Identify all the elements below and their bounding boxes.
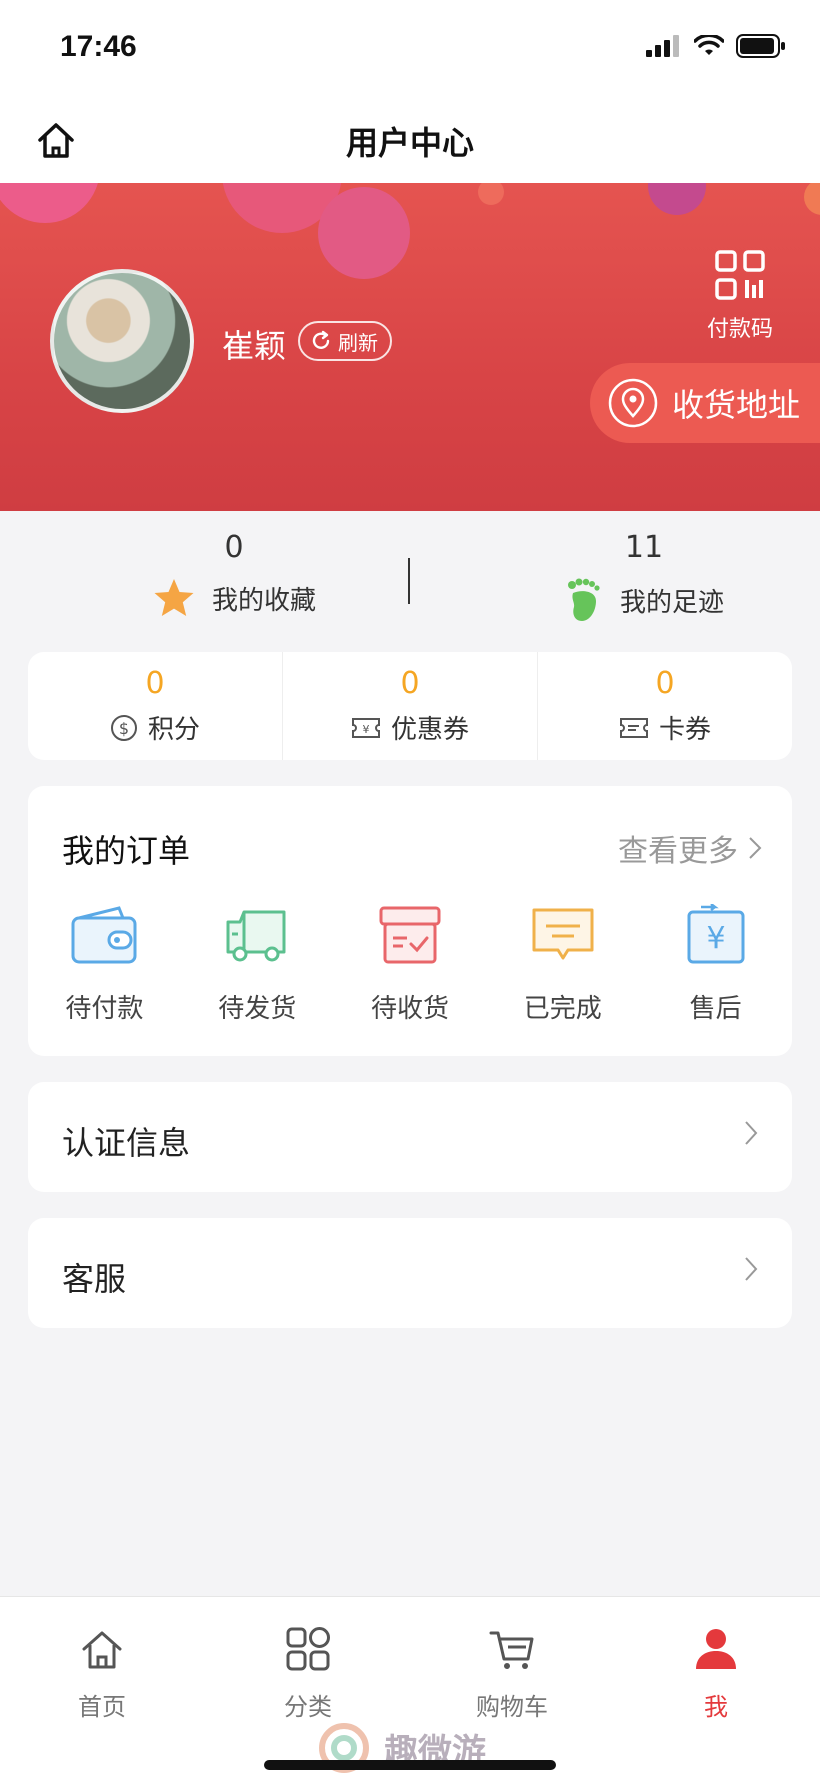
points-count: 0 [145,666,165,701]
status-bar: 17:46 [0,0,820,100]
profile-banner: 崔颖 刷新 付款码 收货地址 [0,183,820,511]
points-item[interactable]: 0 $ 积分 [28,652,283,760]
page-title: 用户中心 [345,124,474,162]
box-icon [379,906,441,964]
tab-me[interactable]: 我 [656,1625,776,1722]
refresh-button[interactable]: 刷新 [298,321,392,361]
home-indicator [264,1760,556,1770]
order-pending-shipment-label: 待发货 [218,994,297,1024]
user-icon [696,1629,736,1669]
refresh-icon [312,330,330,349]
orders-card: 我的订单 查看更多 待付款 待发货 待收货 已完成 ¥ 售后 [28,786,792,1056]
order-after-sales[interactable]: ¥ 售后 [639,903,792,1025]
card-voucher-label: 卡券 [658,715,711,745]
star-icon [154,579,194,616]
category-icon [286,1627,330,1671]
card-voucher-item[interactable]: 0 卡券 [538,652,792,760]
customer-service-row[interactable]: 客服 [28,1218,792,1328]
footprint-stat[interactable]: 11 我的足迹 [514,530,774,623]
orders-more-link[interactable]: 查看更多 [618,826,762,870]
decor-bubble [0,183,100,223]
address-label: 收货地址 [672,386,801,424]
svg-text:¥: ¥ [362,723,369,736]
orders-more-label: 查看更多 [618,834,738,869]
ticket-icon [619,717,648,738]
decor-bubble [478,183,504,205]
message-icon [532,908,594,960]
points-label: 积分 [147,715,200,745]
svg-text:¥: ¥ [706,921,725,956]
orders-title: 我的订单 [62,832,191,870]
tab-category-label: 分类 [284,1693,332,1721]
yuan-exchange-icon: ¥ [687,903,745,964]
decor-bubble [318,187,410,279]
coupon-count: 0 [400,666,420,701]
chevron-right-icon [749,837,762,859]
tab-home[interactable]: 首页 [42,1625,162,1722]
qrcode-icon [715,250,765,300]
points-card: 0 $ 积分 0 ¥ 优惠券 0 卡券 [28,652,792,760]
wallet-icon [71,906,137,964]
tab-cart[interactable]: 购物车 [452,1625,572,1722]
certification-row[interactable]: 认证信息 [28,1082,792,1192]
decor-bubble [648,183,706,215]
status-icons [646,34,786,58]
tab-cart-label: 购物车 [476,1693,548,1721]
cart-icon [489,1631,534,1669]
order-pending-receipt[interactable]: 待收货 [334,904,487,1025]
paycode-button[interactable]: 付款码 [690,249,790,343]
coupon-item[interactable]: 0 ¥ 优惠券 [283,652,538,760]
chevron-right-icon [745,1257,758,1281]
decor-bubble [804,183,820,215]
home-icon [82,1631,122,1669]
avatar[interactable] [50,269,194,413]
footprint-count: 11 [624,530,664,565]
stats-row: 0 我的收藏 11 我的足迹 [0,512,820,634]
coupon-icon: ¥ [351,717,380,738]
footprint-icon [567,578,600,621]
favorites-count: 0 [224,530,244,565]
order-pending-payment[interactable]: 待付款 [28,904,181,1025]
status-time: 17:46 [60,30,137,63]
order-pending-payment-label: 待付款 [65,994,144,1024]
order-pending-receipt-label: 待收货 [370,994,449,1024]
chevron-right-icon [745,1121,758,1145]
card-voucher-count: 0 [655,666,675,701]
nav-bar: 用户中心 [0,100,820,184]
order-status-row: 待付款 待发货 待收货 已完成 ¥ 售后 [28,903,792,1025]
favorites-label: 我的收藏 [211,585,316,616]
address-button[interactable]: 收货地址 [590,363,820,443]
paycode-label: 付款码 [706,317,773,342]
dollar-coin-icon: $ [110,714,137,741]
location-pin-icon [608,378,658,428]
tab-category[interactable]: 分类 [248,1625,368,1722]
order-after-sales-label: 售后 [689,994,742,1024]
order-completed-label: 已完成 [523,994,602,1024]
certification-label: 认证信息 [62,1124,191,1162]
tab-me-label: 我 [704,1693,728,1721]
truck-icon [226,910,286,962]
footprint-label: 我的足迹 [619,587,724,618]
favorites-stat[interactable]: 0 我的收藏 [104,530,364,619]
refresh-label: 刷新 [338,330,378,355]
order-completed[interactable]: 已完成 [486,904,639,1025]
coupon-label: 优惠券 [390,715,469,745]
wifi-icon [694,35,724,55]
customer-service-label: 客服 [62,1260,127,1298]
stats-divider [408,558,410,604]
svg-text:$: $ [119,719,129,738]
user-name: 崔颖 [222,327,287,365]
tab-home-label: 首页 [78,1693,126,1721]
signal-icon [646,35,679,57]
battery-icon [736,34,785,58]
order-pending-shipment[interactable]: 待发货 [181,904,334,1025]
